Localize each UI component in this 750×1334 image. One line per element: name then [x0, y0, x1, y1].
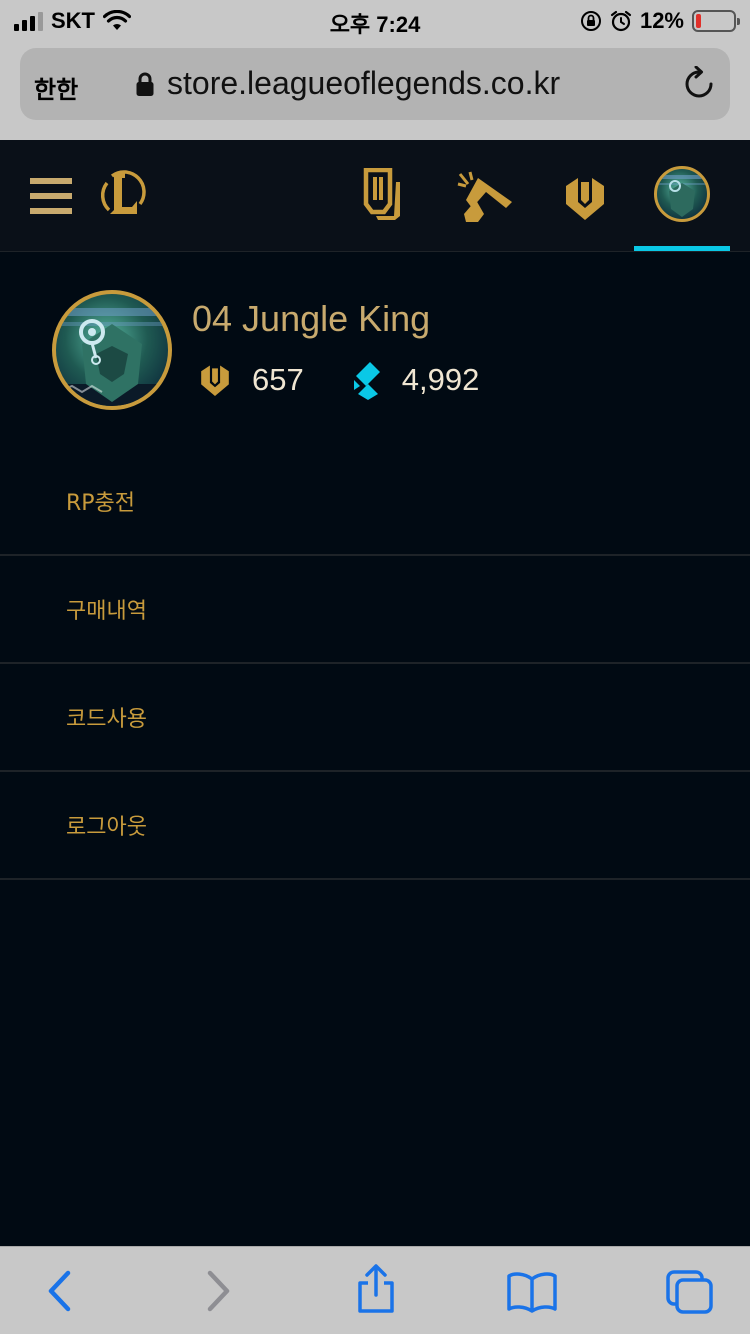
tabs-icon[interactable]: [664, 1269, 716, 1315]
forward-icon[interactable]: [206, 1269, 232, 1313]
url-display[interactable]: store.leagueoflegends.co.kr: [135, 65, 560, 102]
battery-icon: [692, 10, 740, 32]
hextech-crafting-icon[interactable]: [456, 170, 516, 222]
orientation-lock-icon: [580, 11, 601, 31]
address-bar[interactable]: 한한 store.leagueoflegends.co.kr: [20, 48, 730, 120]
rp-currency-icon: [201, 365, 229, 396]
url-text: store.leagueoflegends.co.kr: [167, 65, 561, 101]
username: 04 Jungle King: [192, 298, 431, 339]
share-icon[interactable]: [354, 1263, 398, 1315]
rp-icon[interactable]: [562, 176, 608, 220]
battery-percentage: 12%: [639, 8, 684, 33]
alarm-icon: [610, 10, 632, 32]
menu-item-logout[interactable]: 로그아웃: [0, 772, 750, 880]
site-nav: [0, 140, 750, 252]
browser-toolbar: [0, 1246, 750, 1334]
bookmarks-icon[interactable]: [506, 1271, 558, 1313]
rp-balance: 657: [252, 362, 304, 397]
profile-avatar-icon[interactable]: [654, 166, 710, 222]
browser-chrome: 한한 store.leagueoflegends.co.kr: [0, 40, 750, 140]
menu-item-rp-recharge[interactable]: RP충전: [0, 448, 750, 556]
profile-summary: 04 Jungle King 657 4,992: [52, 290, 702, 410]
menu-item-purchase-history[interactable]: 구매내역: [0, 556, 750, 664]
collection-icon[interactable]: [362, 168, 404, 222]
account-menu: RP충전 구매내역 코드사용 로그아웃: [0, 448, 750, 880]
reload-icon[interactable]: [682, 66, 716, 102]
lock-icon: [136, 72, 154, 96]
avatar: [52, 290, 172, 410]
menu-item-redeem-code[interactable]: 코드사용: [0, 664, 750, 772]
active-tab-indicator: [634, 246, 730, 251]
back-icon[interactable]: [46, 1269, 72, 1313]
status-bar: SKT 오후 7:24 12%: [0, 0, 750, 40]
status-right: 12%: [580, 8, 740, 34]
wallet-balances: 657 4,992: [198, 360, 479, 400]
menu-icon[interactable]: [30, 178, 72, 214]
blue-essence-balance: 4,992: [401, 362, 480, 397]
text-size-button[interactable]: 한한: [34, 70, 78, 105]
blue-essence-icon: [353, 362, 380, 400]
league-logo-icon[interactable]: [100, 170, 146, 220]
